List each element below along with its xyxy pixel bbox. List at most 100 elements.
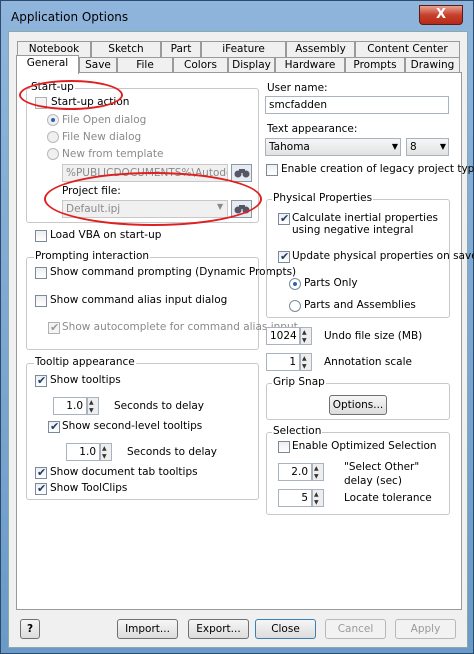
user-name-input[interactable]: smcfadden	[265, 96, 449, 114]
project-file-combo[interactable]: Default.ipj	[62, 200, 228, 218]
physical-properties-legend: Physical Properties	[272, 192, 374, 204]
show-second-level-checkbox[interactable]	[48, 420, 60, 433]
optimized-selection-checkbox[interactable]	[278, 441, 290, 453]
show-toolclips-checkbox[interactable]	[35, 482, 47, 495]
font-size-select-value: 8	[410, 141, 417, 153]
spin-up-icon: ▲	[89, 399, 94, 406]
cancel-button[interactable]: Cancel	[325, 619, 386, 639]
show-autocomplete-checkbox[interactable]	[48, 321, 60, 334]
show-second-level-label: Show second-level tooltips	[62, 420, 203, 432]
parts-and-assemblies-label: Parts and Assemblies	[304, 299, 416, 311]
new-from-template-radio[interactable]	[47, 148, 59, 160]
tooltip-delay-label: Seconds to delay	[114, 400, 205, 412]
tab-save[interactable]: Save	[79, 57, 117, 73]
new-from-template-label: New from template	[62, 148, 164, 160]
spin-down-icon: ▼	[314, 499, 319, 506]
legacy-projects-label: Enable creation of legacy project types	[281, 163, 474, 175]
second-level-delay-spinner[interactable]: ▲ ▼	[100, 443, 112, 461]
show-tooltips-checkbox[interactable]	[35, 374, 47, 387]
close-button[interactable]: Close	[255, 619, 316, 639]
help-button[interactable]: ?	[20, 619, 40, 639]
undo-size-input[interactable]: 1024	[266, 327, 300, 345]
chevron-down-icon: ▼	[391, 142, 398, 151]
show-toolclips-label: Show ToolClips	[50, 482, 128, 494]
spin-up-icon: ▲	[302, 329, 307, 336]
window-close-button[interactable]: X	[419, 5, 463, 25]
parts-only-label: Parts Only	[304, 277, 358, 289]
tab-colors[interactable]: Colors	[173, 57, 228, 73]
locate-tolerance-input[interactable]: 5	[278, 489, 312, 507]
spin-down-icon: ▼	[302, 363, 307, 370]
tab-display[interactable]: Display	[228, 57, 275, 73]
second-level-delay-input[interactable]: 1.0	[66, 443, 100, 461]
tooltip-legend: Tooltip appearance	[34, 356, 136, 368]
annotation-scale-input[interactable]: 1	[266, 353, 300, 371]
spin-up-icon: ▲	[102, 445, 107, 452]
spin-down-icon: ▼	[89, 407, 94, 414]
show-command-prompting-label: Show command prompting (Dynamic Prompts)	[50, 266, 297, 278]
project-browse-button[interactable]	[231, 200, 252, 218]
file-open-dialog-radio[interactable]	[47, 114, 59, 126]
title-bar[interactable]: Application Options X	[1, 1, 474, 31]
tab-assembly[interactable]: Assembly	[286, 41, 355, 57]
template-browse-button[interactable]	[231, 164, 252, 182]
spin-down-icon: ▼	[314, 473, 319, 480]
tooltip-delay-spinner[interactable]: ▲ ▼	[87, 397, 99, 415]
show-alias-dialog-label: Show command alias input dialog	[50, 294, 228, 306]
export-button[interactable]: Export...	[188, 619, 249, 639]
spin-up-icon: ▲	[302, 355, 307, 362]
user-name-label: User name:	[267, 82, 328, 94]
font-select-value: Tahoma	[269, 141, 310, 153]
load-vba-checkbox[interactable]	[35, 230, 47, 242]
grip-options-button[interactable]: Options...	[329, 395, 387, 415]
show-alias-dialog-checkbox[interactable]	[35, 295, 47, 307]
annotation-scale-spinner[interactable]: ▲ ▼	[300, 353, 312, 371]
tab-ifeature[interactable]: iFeature	[201, 41, 286, 57]
calc-inertial-label: Calculate inertial properties using nega…	[292, 212, 439, 236]
calc-inertial-checkbox[interactable]	[278, 212, 290, 225]
second-level-delay-label: Seconds to delay	[127, 446, 218, 458]
optimized-selection-label: Enable Optimized Selection	[292, 440, 437, 452]
tab-part[interactable]: Part	[161, 41, 201, 57]
file-new-dialog-label: File New dialog	[62, 131, 142, 143]
locate-tolerance-label: Locate tolerance	[344, 492, 432, 504]
parts-and-assemblies-radio[interactable]	[289, 300, 301, 312]
startup-action-checkbox[interactable]	[35, 97, 47, 109]
legacy-projects-checkbox[interactable]	[266, 164, 278, 176]
tab-drawing[interactable]: Drawing	[405, 57, 460, 73]
show-command-prompting-checkbox[interactable]	[35, 267, 47, 279]
prompting-legend: Prompting interaction	[34, 250, 151, 262]
select-other-delay-spinner[interactable]: ▲ ▼	[312, 463, 324, 481]
update-physical-checkbox[interactable]	[278, 250, 290, 263]
apply-button[interactable]: Apply	[395, 619, 456, 639]
select-other-delay-input[interactable]: 2.0	[278, 463, 312, 481]
tab-file[interactable]: File	[117, 57, 173, 73]
startup-action-label: Start-up action	[51, 96, 130, 108]
tooltip-delay-input[interactable]: 1.0	[53, 397, 87, 415]
import-button[interactable]: Import...	[117, 619, 178, 639]
show-doc-tab-tooltips-label: Show document tab tooltips	[50, 466, 198, 478]
spin-down-icon: ▼	[102, 453, 107, 460]
project-dropdown-arrow-icon: ▼	[217, 202, 224, 211]
tab-sketch[interactable]: Sketch	[91, 41, 161, 57]
undo-size-spinner[interactable]: ▲ ▼	[300, 327, 312, 345]
file-new-dialog-radio[interactable]	[47, 131, 59, 143]
annotation-scale-label: Annotation scale	[324, 356, 412, 368]
tab-general[interactable]: General	[16, 55, 79, 74]
spin-down-icon: ▼	[302, 337, 307, 344]
show-doc-tab-tooltips-checkbox[interactable]	[35, 466, 47, 479]
text-appearance-label: Text appearance:	[267, 123, 358, 135]
undo-size-label: Undo file size (MB)	[324, 330, 423, 342]
tab-prompts[interactable]: Prompts	[345, 57, 405, 73]
binoculars-icon	[234, 169, 249, 178]
font-size-select[interactable]: 8 ▼	[406, 138, 449, 156]
locate-tolerance-spinner[interactable]: ▲ ▼	[312, 489, 324, 507]
spin-up-icon: ▲	[314, 491, 319, 498]
template-path-field[interactable]: %PUBLICDOCUMENTS%\Autodesk\Inv	[62, 164, 228, 182]
tab-content-center[interactable]: Content Center	[355, 41, 460, 57]
parts-only-radio[interactable]	[289, 278, 301, 290]
font-select[interactable]: Tahoma ▼	[265, 138, 401, 156]
file-open-dialog-label: File Open dialog	[62, 114, 147, 126]
tab-hardware[interactable]: Hardware	[275, 57, 345, 73]
project-file-label: Project file:	[62, 185, 121, 197]
